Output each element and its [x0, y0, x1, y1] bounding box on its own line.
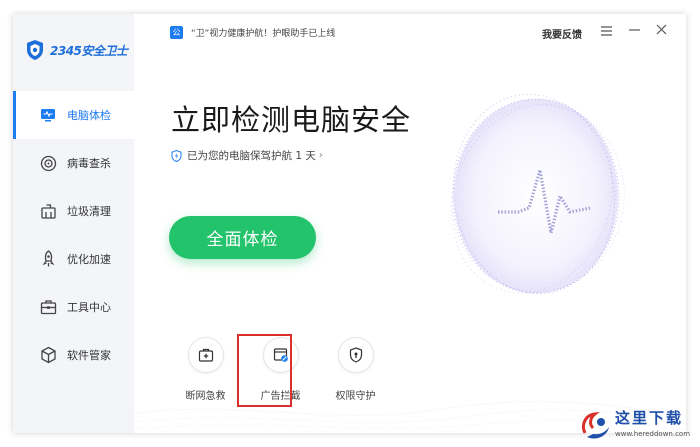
- protection-days-text: 已为您的电脑保驾护航 1 天: [187, 150, 316, 162]
- sidebar-item-junk-clean[interactable]: 垃圾清理: [13, 187, 134, 235]
- cube-icon: [39, 346, 57, 364]
- logo-text: 2345安全卫士: [50, 43, 128, 58]
- tool-permission-guard[interactable]: 权限守护: [318, 337, 393, 402]
- quick-tools: 断网急救 广告拦截 权限守护: [168, 337, 393, 402]
- monitor-icon: [39, 106, 57, 124]
- network-rescue-icon: [187, 337, 224, 373]
- sidebar-item-label: 优化加速: [67, 253, 111, 266]
- chevron-right-icon: ›: [318, 150, 323, 161]
- permission-shield-icon: [337, 337, 374, 373]
- tool-network-rescue[interactable]: 断网急救: [168, 337, 243, 402]
- sidebar-item-virus-scan[interactable]: 病毒查杀: [13, 139, 134, 187]
- tool-ad-block[interactable]: 广告拦截: [243, 337, 318, 402]
- sidebar-item-pc-checkup[interactable]: 电脑体检: [13, 91, 134, 139]
- sidebar-item-software-manager[interactable]: 软件管家: [13, 331, 134, 379]
- sidebar-item-label: 病毒查杀: [67, 157, 111, 170]
- sidebar-item-optimize[interactable]: 优化加速: [13, 235, 134, 283]
- ad-block-icon: [262, 337, 299, 373]
- announcement-text: “卫”视力健康护航！护眼助手已上线: [191, 29, 336, 39]
- sidebar-item-label: 垃圾清理: [67, 205, 111, 218]
- page-title: 立即检测电脑安全: [171, 103, 412, 137]
- sidebar: 2345安全卫士 电脑体检 病毒查杀 垃圾清理 优化加速 工具中心 软件管家: [13, 14, 134, 433]
- app-window: 2345安全卫士 电脑体检 病毒查杀 垃圾清理 优化加速 工具中心 软件管家 公…: [13, 14, 686, 433]
- rocket-icon: [39, 250, 57, 268]
- shield-bolt-icon: [171, 149, 182, 162]
- sidebar-nav: 电脑体检 病毒查杀 垃圾清理 优化加速 工具中心 软件管家: [13, 91, 134, 379]
- app-logo: 2345安全卫士: [25, 39, 128, 61]
- menu-icon[interactable]: [601, 25, 612, 40]
- feedback-button[interactable]: 我要反馈: [542, 26, 582, 41]
- protection-status[interactable]: 已为您的电脑保驾护航 1 天 ›: [171, 148, 323, 163]
- tool-label: 权限守护: [335, 391, 376, 402]
- watermark-title: 这里下载: [615, 409, 684, 427]
- sidebar-item-label: 软件管家: [67, 349, 111, 362]
- sidebar-item-label: 电脑体检: [67, 109, 111, 122]
- shield-logo-icon: [27, 40, 43, 60]
- trash-clean-icon: [39, 202, 57, 220]
- close-icon[interactable]: [656, 23, 667, 39]
- scan-orb-graphic: [451, 93, 625, 295]
- full-checkup-button[interactable]: 全面体检: [169, 216, 316, 259]
- target-icon: [39, 154, 57, 172]
- sidebar-item-tool-center[interactable]: 工具中心: [13, 283, 134, 331]
- watermark-url: www.hereddown.com: [615, 430, 691, 438]
- tool-label: 广告拦截: [260, 391, 301, 402]
- tool-label: 断网急救: [185, 391, 226, 402]
- watermark-logo-icon: [581, 411, 609, 439]
- top-bar: 公 “卫”视力健康护航！护眼助手已上线 我要反馈: [134, 14, 686, 54]
- sidebar-item-label: 工具中心: [67, 301, 111, 314]
- announcement-badge: 公: [170, 26, 183, 39]
- toolbox-icon: [39, 298, 57, 316]
- site-watermark: 这里下载 www.hereddown.com: [577, 405, 695, 445]
- minimize-icon[interactable]: [629, 23, 640, 39]
- announcement[interactable]: 公 “卫”视力健康护航！护眼助手已上线: [170, 26, 335, 39]
